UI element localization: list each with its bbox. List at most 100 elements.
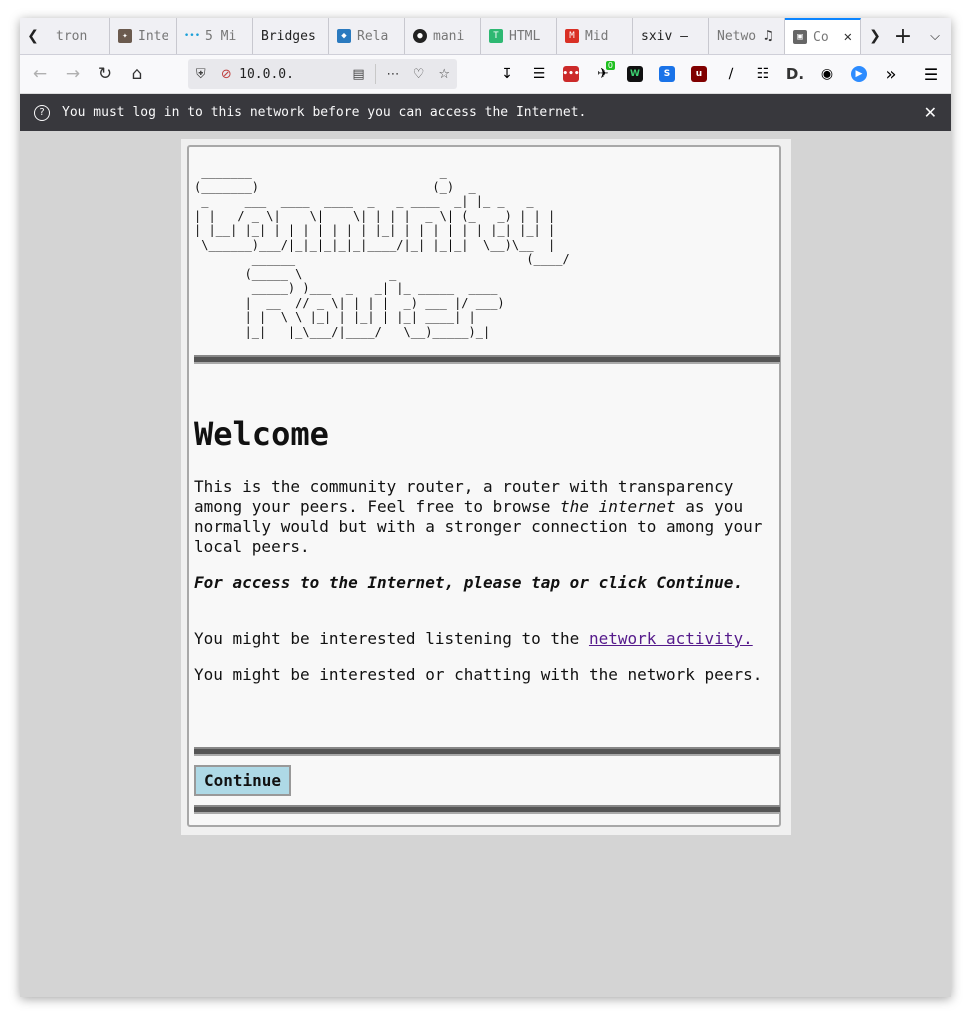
chevron-left-icon: ❮ (27, 28, 39, 44)
extension-lastpass-button[interactable]: ••• (559, 61, 583, 87)
activity-prefix: You might be interested listening to the (194, 629, 589, 648)
tab-list: tron ✦ Inte ••• 5 Mi Bridges ◆ Rela ● mani T HTML M M… (48, 18, 861, 54)
url-divider (375, 64, 377, 84)
insecure-lock-icon[interactable]: ⊘ (214, 67, 240, 82)
extension-d-button[interactable]: D. (783, 61, 807, 87)
tab[interactable]: Bridges (253, 18, 329, 54)
tab-label: Rela (357, 28, 389, 44)
navigation-bar: ← → ↻ ⌂ ⛨ ⊘ 10.0.0. ▤ ⋯ ♡ ☆ ↧ ☰ ••• ✈ 0 W… (20, 55, 951, 94)
home-icon: ⌂ (131, 64, 143, 84)
extension-privacy-badger-button[interactable]: ✈ 0 (591, 61, 615, 87)
ublock-icon: u (691, 66, 707, 82)
open-menu-button[interactable]: ☰ (919, 61, 943, 87)
new-tab-button[interactable]: + (888, 18, 918, 54)
github-favicon-icon: ● (413, 29, 427, 43)
url-text[interactable]: 10.0.0. (239, 67, 328, 82)
library-icon: ☰ (532, 66, 546, 82)
close-notification-button[interactable]: ✕ (924, 103, 937, 122)
tab-scroll-left-button[interactable]: ❮ (20, 18, 46, 54)
double-chevron-right-icon: » (885, 63, 897, 85)
network-activity-link[interactable]: network activity. (589, 629, 753, 648)
bookmark-star-icon[interactable]: ☆ (431, 67, 457, 82)
forward-button[interactable]: → (58, 59, 88, 89)
access-instruction: For access to the Internet, please tap o… (194, 573, 744, 592)
plus-icon: + (893, 23, 913, 49)
tab-label: mani (433, 28, 465, 44)
hamburger-menu-icon: ☰ (923, 64, 939, 84)
library-button[interactable]: ☰ (527, 61, 551, 87)
home-button[interactable]: ⌂ (122, 59, 152, 89)
downloads-button[interactable]: ↧ (495, 61, 519, 87)
intro-emphasis: the internet (560, 497, 676, 516)
d-icon: D. (785, 65, 805, 83)
close-tab-icon[interactable]: ✕ (844, 29, 852, 45)
chevron-right-icon: ❯ (869, 28, 881, 44)
intro-paragraph: This is the community router, a router w… (194, 477, 780, 557)
extension-count-badge: 0 (605, 61, 615, 70)
ascii-art-logo: _______ _ (_______) (_) _ _ ___ ____ ___… (194, 165, 570, 339)
shield-icon[interactable]: ⛨ (188, 67, 214, 82)
extension-s-button[interactable]: S (655, 61, 679, 87)
chevron-down-icon: ⌵ (930, 28, 940, 44)
divider-top (194, 355, 780, 364)
tab[interactable]: ◆ Rela (329, 18, 405, 54)
video-camera-icon: ▶ (851, 66, 867, 82)
tab[interactable]: ••• 5 Mi (177, 18, 253, 54)
arrow-right-icon: → (65, 64, 81, 84)
reload-button[interactable]: ↻ (90, 59, 120, 89)
tab-label: HTML (509, 28, 541, 44)
cat-icon: ◉ (820, 66, 834, 82)
tab-label: tron (56, 28, 88, 44)
welcome-heading: Welcome (194, 415, 329, 453)
extension-shield-button[interactable]: W (623, 61, 647, 87)
eyedropper-icon: ∕ (728, 66, 734, 82)
tab[interactable]: T HTML (481, 18, 557, 54)
tab-label: sxiv – (641, 28, 688, 44)
activity-paragraph: You might be interested listening to the… (194, 629, 780, 649)
page-actions-icon[interactable]: ⋯ (380, 67, 406, 82)
tab[interactable]: sxiv – (633, 18, 709, 54)
question-icon: ? (34, 104, 50, 121)
tab[interactable]: tron (48, 18, 110, 54)
overflow-menu-button[interactable]: » (879, 61, 903, 87)
ruler-icon: ☷ (756, 66, 770, 82)
tab-label: Bridges (261, 28, 316, 44)
close-icon: ✕ (923, 103, 937, 122)
continue-button[interactable]: Continue (194, 765, 291, 796)
T-favicon-icon: T (489, 29, 503, 43)
tab[interactable]: M Mid (557, 18, 633, 54)
notification-message: You must log in to this network before y… (62, 105, 587, 120)
divider-middle (194, 747, 780, 756)
tab[interactable]: ● mani (405, 18, 481, 54)
speaker-icon[interactable]: ♫ (764, 28, 772, 44)
chat-paragraph: You might be interested or chatting with… (194, 665, 763, 684)
list-all-tabs-button[interactable]: ⌵ (920, 18, 950, 54)
puzzle-favicon-icon: ✦ (118, 29, 132, 43)
extension-ublock-button[interactable]: u (687, 61, 711, 87)
pocket-icon[interactable]: ♡ (406, 67, 432, 82)
img-favicon-icon: ▣ (793, 30, 807, 44)
tab[interactable]: Netwo ♫ (709, 18, 785, 54)
download-icon: ↧ (501, 66, 513, 82)
extension-cat-button[interactable]: ◉ (815, 61, 839, 87)
lastpass-icon: ••• (562, 66, 580, 82)
tab-label: Co (813, 29, 829, 45)
extension-ruler-button[interactable]: ☷ (751, 61, 775, 87)
tab-active[interactable]: ▣ Co ✕ (785, 18, 861, 54)
browser-window: ❮ tron ✦ Inte ••• 5 Mi Bridges ◆ Rela ● mani T HTML… (20, 18, 951, 997)
divider-bottom (194, 805, 780, 814)
address-bar[interactable]: ⛨ ⊘ 10.0.0. ▤ ⋯ ♡ ☆ (188, 59, 457, 89)
captive-portal-notification: ? You must log in to this network before… (20, 94, 951, 131)
tab-label: 5 Mi (205, 28, 237, 44)
tab[interactable]: ✦ Inte (110, 18, 177, 54)
extension-zoom-button[interactable]: ▶ (847, 61, 871, 87)
reader-view-icon[interactable]: ▤ (346, 67, 372, 82)
tab-label: Netwo (717, 28, 757, 44)
tab-scroll-right-button[interactable]: ❯ (860, 18, 890, 54)
extension-eyedropper-button[interactable]: ∕ (719, 61, 743, 87)
s-icon: S (659, 66, 675, 82)
arrow-left-icon: ← (32, 64, 48, 84)
dots-favicon-icon: ••• (183, 31, 201, 41)
page-viewport: _______ _ (_______) (_) _ _ ___ ____ ___… (20, 131, 951, 997)
back-button[interactable]: ← (25, 59, 55, 89)
